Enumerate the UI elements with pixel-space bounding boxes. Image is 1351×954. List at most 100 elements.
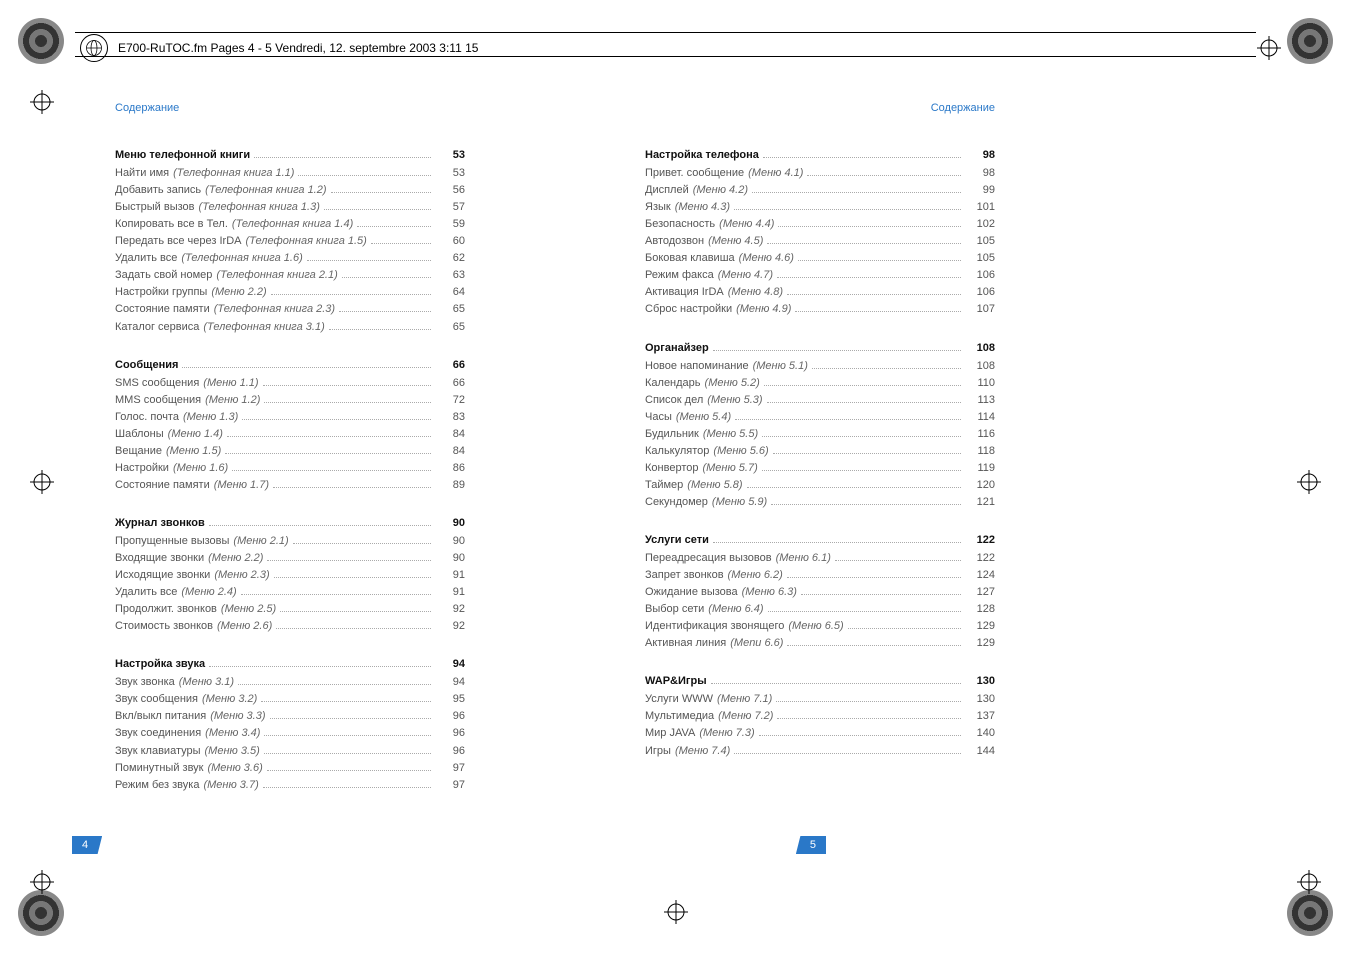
toc-entry-label: Игры [645,743,671,760]
toc-entry-label: Автодозвон [645,233,704,250]
toc-entry-menu-ref: (Меню 1.6) [173,460,228,477]
toc-entry-page: 107 [965,301,995,318]
toc-entry-label: Каталог сервиса [115,319,199,336]
toc-entry: Калькулятор(Меню 5.6)118 [645,443,995,460]
toc-entry-label: Режим факса [645,267,714,284]
toc-section: Сообщения66 [115,357,465,374]
toc-section-page: 53 [435,147,465,164]
toc-entry-page: 92 [435,618,465,635]
toc-entry: Звук клавиатуры(Меню 3.5)96 [115,743,465,760]
toc-entry: Активная линия(Menu 6.6)129 [645,635,995,652]
toc-entry-label: Часы [645,409,672,426]
toc-entry-label: Удалить все [115,250,177,267]
toc-entry: Таймер(Меню 5.8)120 [645,477,995,494]
toc-entry: Найти имя(Телефонная книга 1.1)53 [115,165,465,182]
toc-entry-label: Выбор сети [645,601,704,618]
toc-entry-menu-ref: (Меню 3.4) [205,725,260,742]
toc-entry-label: Звук соединения [115,725,201,742]
toc-section: Органайзер 108 [645,340,995,357]
toc-entry-label: Поминутный звук [115,760,203,777]
toc-entry-page: 128 [965,601,995,618]
toc-entry-label: Новое напоминание [645,358,749,375]
register-cross-icon [30,870,54,894]
toc-entry: Поминутный звук(Меню 3.6)97 [115,760,465,777]
toc-entry-page: 91 [435,567,465,584]
toc-entry: Сброс настройки(Меню 4.9) 107 [645,301,995,318]
toc-entry: Выбор сети(Меню 6.4) 128 [645,601,995,618]
toc-entry-page: 122 [965,550,995,567]
toc-entry: Будильник(Меню 5.5)116 [645,426,995,443]
toc-entry-menu-ref: (Меню 2.2) [208,550,263,567]
toc-entry-menu-ref: (Меню 2.6) [217,618,272,635]
file-header: E700-RuTOC.fm Pages 4 - 5 Vendredi, 12. … [80,34,478,62]
toc-entry-menu-ref: (Меню 1.3) [183,409,238,426]
toc-entry-label: Боковая клавиша [645,250,735,267]
toc-entry-label: Таймер [645,477,683,494]
toc-entry-menu-ref: (Меню 6.1) [776,550,831,567]
toc-entry-menu-ref: (Меню 4.8) [728,284,783,301]
toc-entry-label: Вещание [115,443,162,460]
toc-section-title: Органайзер [645,340,709,357]
toc-entry: Быстрый вызов(Телефонная книга 1.3)57 [115,199,465,216]
toc-entry-menu-ref: (Телефонная книга 1.2) [205,182,326,199]
toc-entry-label: Сброс настройки [645,301,732,318]
toc-entry-page: 105 [965,233,995,250]
toc-entry: Мультимедиа(Меню 7.2)137 [645,708,995,725]
toc-entry-menu-ref: (Меню 6.2) [728,567,783,584]
toc-section-page: 108 [965,340,995,357]
toc-entry: Вкл/выкл питания(Меню 3.3)96 [115,708,465,725]
toc-entry-menu-ref: (Меню 5.7) [702,460,757,477]
toc-entry-label: Голос. почта [115,409,179,426]
toc-entry-menu-ref: (Меню 1.7) [214,477,269,494]
toc-entry-label: Активная линия [645,635,726,652]
toc-entry-menu-ref: (Меню 3.7) [203,777,258,794]
toc-entry: Режим факса(Меню 4.7)106 [645,267,995,284]
toc-entry-label: Ожидание вызова [645,584,738,601]
toc-section-title: Настройка телефона [645,147,759,164]
register-cross-icon [1257,36,1281,60]
toc-entry-page: 84 [435,426,465,443]
running-head-left: Содержание [115,100,465,117]
toc-entry-label: Звук сообщения [115,691,198,708]
toc-entry-menu-ref: (Телефонная книга 2.3) [214,301,335,318]
toc-entry-page: 60 [435,233,465,250]
toc-entry-menu-ref: (Меню 4.6) [739,250,794,267]
toc-entry-page: 129 [965,635,995,652]
register-cross-icon [30,470,54,494]
toc-entry-menu-ref: (Меню 4.9) [736,301,791,318]
toc-entry-menu-ref: (Телефонная книга 1.3) [199,199,320,216]
register-corner-icon [18,18,64,64]
toc-entry-menu-ref: (Меню 4.7) [718,267,773,284]
toc-entry-menu-ref: (Меню 5.5) [703,426,758,443]
toc-entry: Секундомер(Меню 5.9)121 [645,494,995,511]
toc-entry-menu-ref: (Телефонная книга 1.1) [173,165,294,182]
register-corner-icon [1287,18,1333,64]
toc-entry-page: 130 [965,691,995,708]
toc-entry-label: Будильник [645,426,699,443]
toc-section: Настройка звука94 [115,656,465,673]
toc-entry-menu-ref: (Меню 6.4) [708,601,763,618]
toc-section-page: 66 [435,357,465,374]
toc-entry-label: Исходящие звонки [115,567,210,584]
toc-entry-label: Состояние памяти [115,477,210,494]
toc-entry-menu-ref: (Телефонная книга 1.6) [181,250,302,267]
toc-entry-label: Калькулятор [645,443,709,460]
toc-entry: Продолжит. звонков(Меню 2.5)92 [115,601,465,618]
toc-entry-menu-ref: (Меню 5.3) [707,392,762,409]
toc-entry: Удалить все(Меню 2.4)91 [115,584,465,601]
toc-entry: Активация IrDA(Меню 4.8)106 [645,284,995,301]
toc-entry-page: 57 [435,199,465,216]
toc-entry-page: 92 [435,601,465,618]
toc-entry-label: Переадресация вызовов [645,550,772,567]
toc-entry-page: 118 [965,443,995,460]
toc-entry-page: 89 [435,477,465,494]
toc-entry-label: Мир JAVA [645,725,695,742]
toc-entry: Список дел(Меню 5.3)113 [645,392,995,409]
toc-entry-menu-ref: (Меню 3.2) [202,691,257,708]
toc-section: Меню телефонной книги53 [115,147,465,164]
toc-entry-menu-ref: (Меню 4.4) [719,216,774,233]
toc-entry-page: 86 [435,460,465,477]
toc-entry-label: Безопасность [645,216,715,233]
toc-entry-label: Найти имя [115,165,169,182]
toc-section-title: WAP&Игры [645,673,707,690]
